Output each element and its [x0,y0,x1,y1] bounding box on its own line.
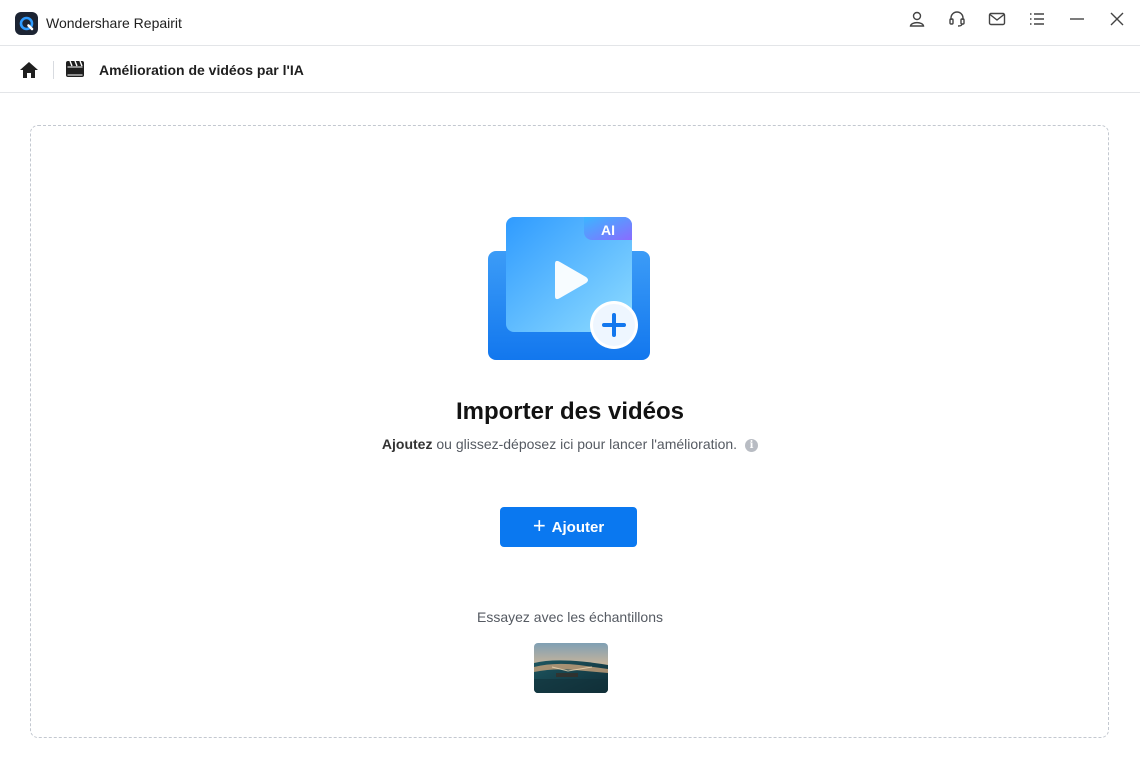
ai-badge-label: AI [601,222,615,238]
sample-video-thumbnail[interactable] [534,643,608,693]
close-icon[interactable] [1105,7,1129,31]
import-heading: Importer des vidéos [455,398,685,425]
account-icon[interactable] [905,7,929,31]
menu-icon[interactable] [1025,7,1049,31]
add-button-label: Ajouter [551,518,605,536]
title-bar: Wondershare Repairit [0,0,1140,46]
plus-icon: + [532,512,546,538]
support-headset-icon[interactable] [945,7,969,31]
app-logo-icon [15,12,38,35]
samples-label: Essayez avec les échantillons [477,609,663,625]
add-button[interactable]: + Ajouter [500,507,637,547]
mail-icon[interactable] [985,7,1009,31]
minimize-icon[interactable] [1065,7,1089,31]
import-video-illustration: AI [486,214,654,364]
home-icon[interactable] [18,59,40,81]
app-title: Wondershare Repairit [46,15,182,31]
drop-hint: Ajoutez ou glissez-déposez ici pour lanc… [0,436,1140,452]
breadcrumb: Amélioration de vidéos par l'IA [0,46,1140,93]
add-hint-link[interactable]: Ajoutez [382,436,433,452]
info-icon[interactable]: i [745,439,759,452]
nav-divider [53,61,54,79]
drop-hint-text: ou glissez-déposez ici pour lancer l'amé… [432,436,738,452]
page-title: Amélioration de vidéos par l'IA [99,62,304,78]
video-clapper-icon [65,59,85,79]
